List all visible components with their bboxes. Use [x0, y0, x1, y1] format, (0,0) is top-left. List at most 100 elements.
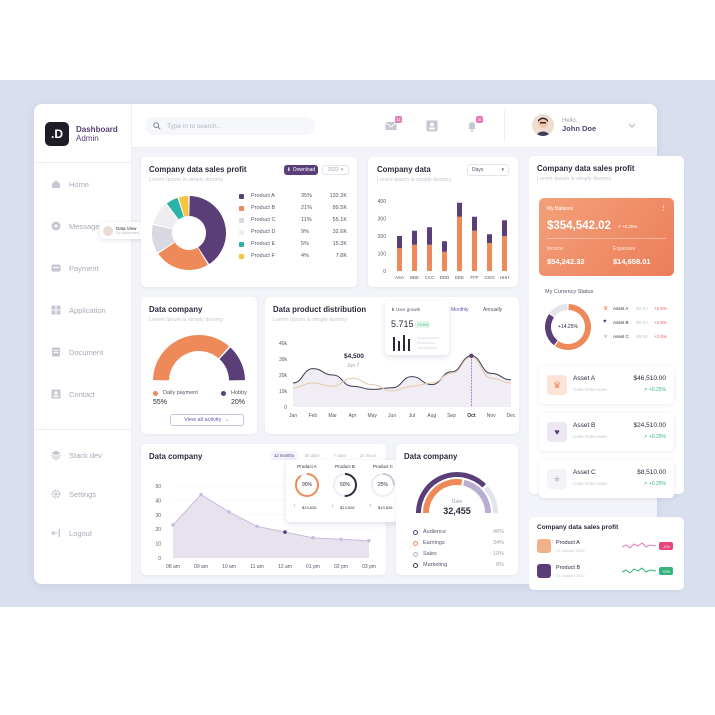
- tab-annually[interactable]: Annually: [483, 307, 502, 313]
- x-tick-label: 12 am: [278, 564, 292, 570]
- sidebar-item-label: Contact: [69, 389, 95, 399]
- data-point: [227, 510, 231, 514]
- legend-dot: [413, 541, 418, 546]
- tab-24-hours[interactable]: 24 hours: [355, 451, 381, 460]
- currency-slice-asset-c: [549, 304, 568, 317]
- sidebar-item-home[interactable]: Home: [51, 179, 89, 189]
- more-icon[interactable]: ⋮: [660, 204, 667, 212]
- y-tick-label: 20: [155, 527, 161, 533]
- asset-name: Asset A: [573, 375, 596, 382]
- expenses-value: $14,658.01: [613, 257, 651, 266]
- popup-title-text: User growth: [396, 307, 421, 312]
- sidebar-item-document[interactable]: Document: [51, 347, 103, 357]
- user-growth-popup: ⬇ User growth 5.715 +3.5%: [385, 301, 449, 355]
- currency-row-v1: -$5.52: [635, 306, 648, 311]
- legend-dot: [239, 206, 244, 211]
- income-label: Income: [547, 246, 564, 252]
- y-tick-label: 30k: [279, 357, 288, 363]
- tab-7-days[interactable]: 7 days: [327, 451, 353, 460]
- sidebar-item-contact[interactable]: Contact: [51, 389, 95, 399]
- legend-value: 55.1K: [332, 217, 347, 223]
- download-button[interactable]: ⬇ Download: [284, 165, 318, 175]
- legend-percent: 9%: [301, 229, 309, 235]
- search-input[interactable]: Type in to search...: [145, 117, 315, 135]
- tab-30-days[interactable]: 30 days: [299, 451, 325, 460]
- legend-label: Product B: [251, 205, 276, 211]
- x-tick-label: DDD: [440, 275, 450, 280]
- sidebar-item-settings[interactable]: Settings: [51, 489, 96, 499]
- brand[interactable]: .D Dashboard Admin: [45, 122, 118, 146]
- legend-daily-payment: Daily payment: [153, 390, 198, 396]
- x-tick-label: Feb: [309, 413, 318, 419]
- legend-row: Product E 5% 15.3K: [239, 241, 347, 249]
- currency-row-v2: +2.5%: [654, 306, 667, 311]
- asset-name: Asset C: [573, 469, 596, 476]
- y-tick-label: 40k: [279, 341, 288, 347]
- y-tick-label: 20k: [279, 373, 288, 379]
- asset-card[interactable]: ♛ Asset A Code Data Asset $46,510.00 ↗ +0.25…: [539, 366, 674, 404]
- tab-12-months[interactable]: 12 months: [271, 451, 297, 460]
- x-tick-label: 09 am: [194, 564, 208, 570]
- data-view-tooltip[interactable]: Data View Go Dashboard: [100, 222, 146, 239]
- product-date: 21 Januari 2022: [556, 573, 585, 578]
- legend-row: Product A 35% 132.3K: [239, 193, 347, 201]
- card-title: Company data: [377, 165, 431, 174]
- change-badge: -2%: [659, 542, 673, 550]
- x-tick-label: 01 pm: [306, 564, 320, 570]
- period-tabs: 12 months 30 days 7 days 24 hours: [271, 451, 381, 460]
- asset-card[interactable]: ♥ Asset B Code Data Asset $24,510.00 ↗ +0.25…: [539, 413, 674, 451]
- product-thumbnail: [537, 564, 551, 578]
- legend-dot: [221, 390, 226, 396]
- highlight-point[interactable]: [469, 353, 474, 358]
- asset-card[interactable]: ★ Asset C Code Data Asset $8,510.00 ↗ +0.25%: [539, 460, 674, 498]
- asset-change: ↗ +0.25%: [643, 481, 666, 487]
- period-select[interactable]: Days ▾: [467, 164, 509, 176]
- x-tick-label: Aug: [427, 413, 436, 419]
- card-title: Data company: [149, 305, 203, 314]
- data-point: [283, 530, 287, 534]
- popup-title: ⬇ User growth: [391, 307, 420, 313]
- year-select[interactable]: 2022 ▾: [322, 165, 349, 175]
- bar-bbe-base: [412, 244, 417, 271]
- ring-percent: 25%: [377, 482, 388, 488]
- bar-asa-base: [397, 248, 402, 271]
- bar-hhh-top: [502, 220, 507, 236]
- x-tick-label: CCC: [425, 275, 435, 280]
- popup-value: 5.715: [391, 319, 414, 329]
- gauge-chart: [153, 335, 245, 381]
- y-tick-label: 100: [378, 252, 387, 258]
- profile-button[interactable]: [426, 119, 438, 132]
- sidebar-item-application[interactable]: Application: [51, 305, 106, 315]
- message-icon: [51, 221, 61, 231]
- sidebar-item-payment[interactable]: Payment: [51, 263, 99, 273]
- gear-icon: [51, 489, 61, 499]
- currency-title: My Currency Status: [545, 289, 594, 295]
- asset-icon: ♛: [547, 375, 567, 395]
- card-title: Company data sales profit: [537, 524, 619, 531]
- sparkline: [622, 567, 656, 574]
- asset-icon: ♥: [603, 319, 607, 325]
- asset-sub: Code Data Asset: [573, 387, 607, 392]
- user-menu[interactable]: Hello, John Doe: [532, 114, 596, 136]
- sidebar-item-logout[interactable]: Logout: [51, 528, 92, 538]
- currency-row-name: Asset A: [613, 306, 629, 311]
- tab-monthly[interactable]: Monthly: [451, 307, 469, 313]
- legend-label: Product E: [251, 241, 276, 247]
- x-tick-label: FFF: [470, 275, 478, 280]
- bar-eee-top: [457, 202, 462, 217]
- sidebar-item-stack-dev[interactable]: Stack dev: [51, 450, 102, 460]
- x-tick-label: Jul: [409, 413, 415, 419]
- asset-name: Asset B: [573, 422, 596, 429]
- balance-card[interactable]: My Balance ⋮ $354,542.02 ↗ +0.25% Income…: [539, 198, 674, 276]
- chevron-down-icon[interactable]: [628, 123, 636, 129]
- company-bar-chart: 0 100 200 300 400 ASA BBE CCC DDD EEE FFF GGG HHH: [378, 199, 510, 280]
- legend-row: Product D 9% 32.6K: [239, 229, 347, 237]
- data-point: [311, 536, 315, 540]
- view-all-activity-button[interactable]: View all activity →: [170, 414, 244, 426]
- mail-button[interactable]: 11: [385, 116, 402, 131]
- popup-mini-bars: [393, 335, 439, 351]
- x-tick-label: 10 am: [222, 564, 236, 570]
- distribution-card: Data product distribution Lorem Ipsum is…: [265, 297, 519, 434]
- notification-button[interactable]: 3: [466, 116, 483, 132]
- sidebar-item-message[interactable]: Message: [51, 221, 99, 231]
